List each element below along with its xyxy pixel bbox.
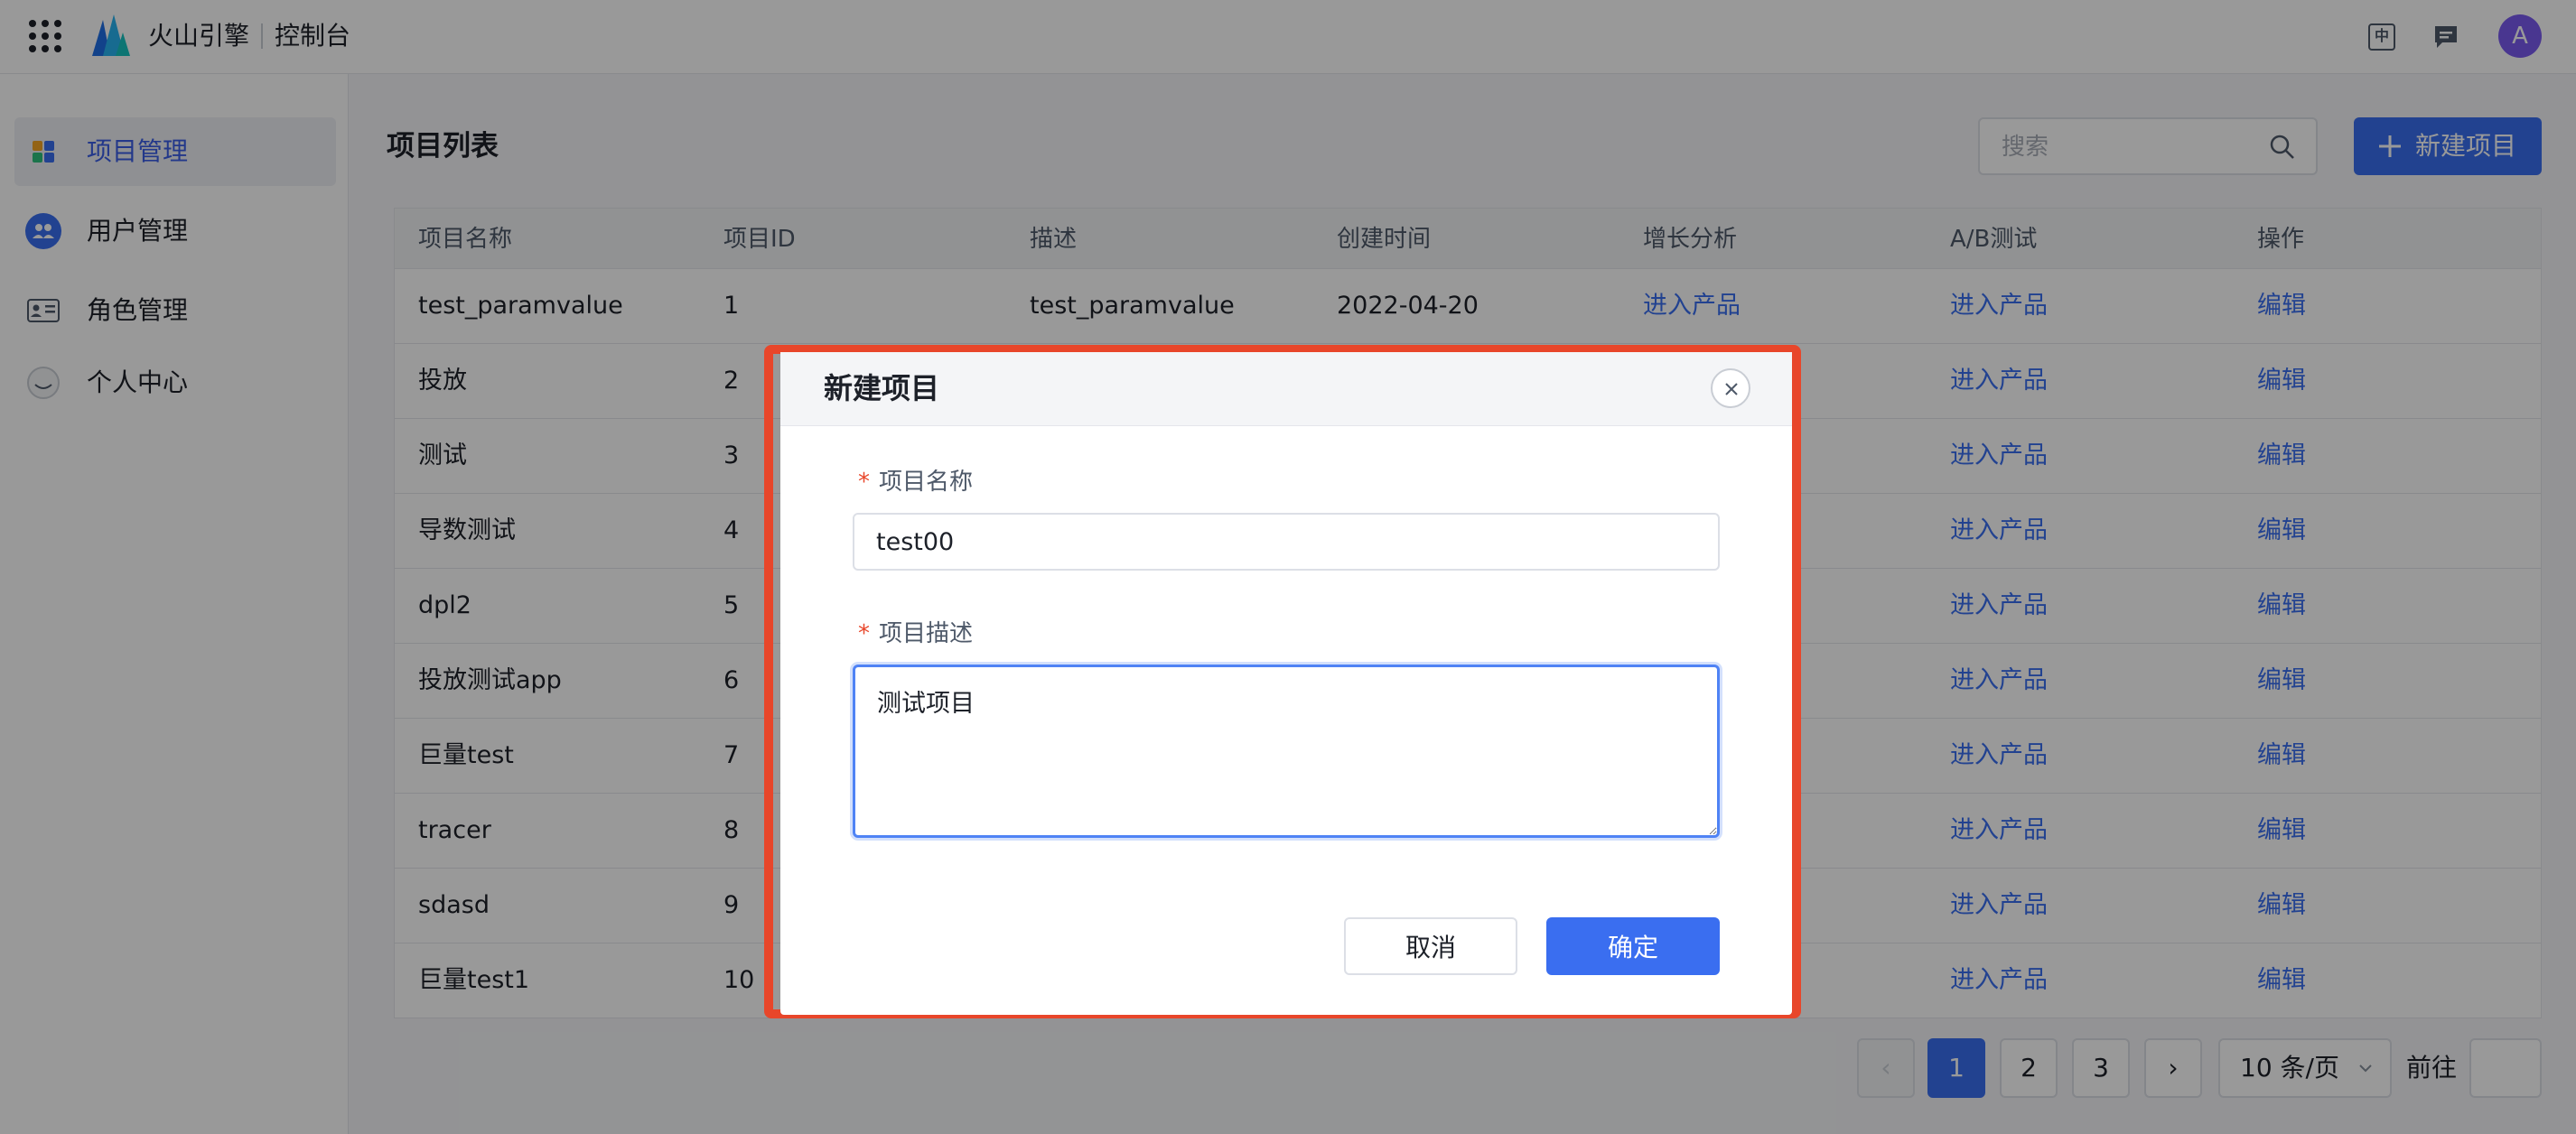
confirm-button[interactable]: 确定 <box>1546 917 1720 975</box>
required-mark: * <box>858 620 870 647</box>
project-desc-textarea[interactable]: 测试项目 <box>853 665 1720 838</box>
project-name-input[interactable] <box>853 513 1720 571</box>
dialog-title: 新建项目 <box>824 371 940 405</box>
new-project-dialog: 新建项目 * 项目名称 * 项目描述 测试项目 取消 确定 <box>780 352 1792 1015</box>
close-icon <box>1725 383 1738 395</box>
close-button[interactable] <box>1711 368 1750 408</box>
project-desc-label: * 项目描述 <box>858 619 973 648</box>
required-mark: * <box>858 469 870 496</box>
project-name-label-text: 项目名称 <box>879 469 974 496</box>
project-desc-label-text: 项目描述 <box>879 620 974 647</box>
dialog-header: 新建项目 <box>780 352 1792 426</box>
project-name-label: * 项目名称 <box>858 468 973 497</box>
cancel-button[interactable]: 取消 <box>1344 917 1517 975</box>
